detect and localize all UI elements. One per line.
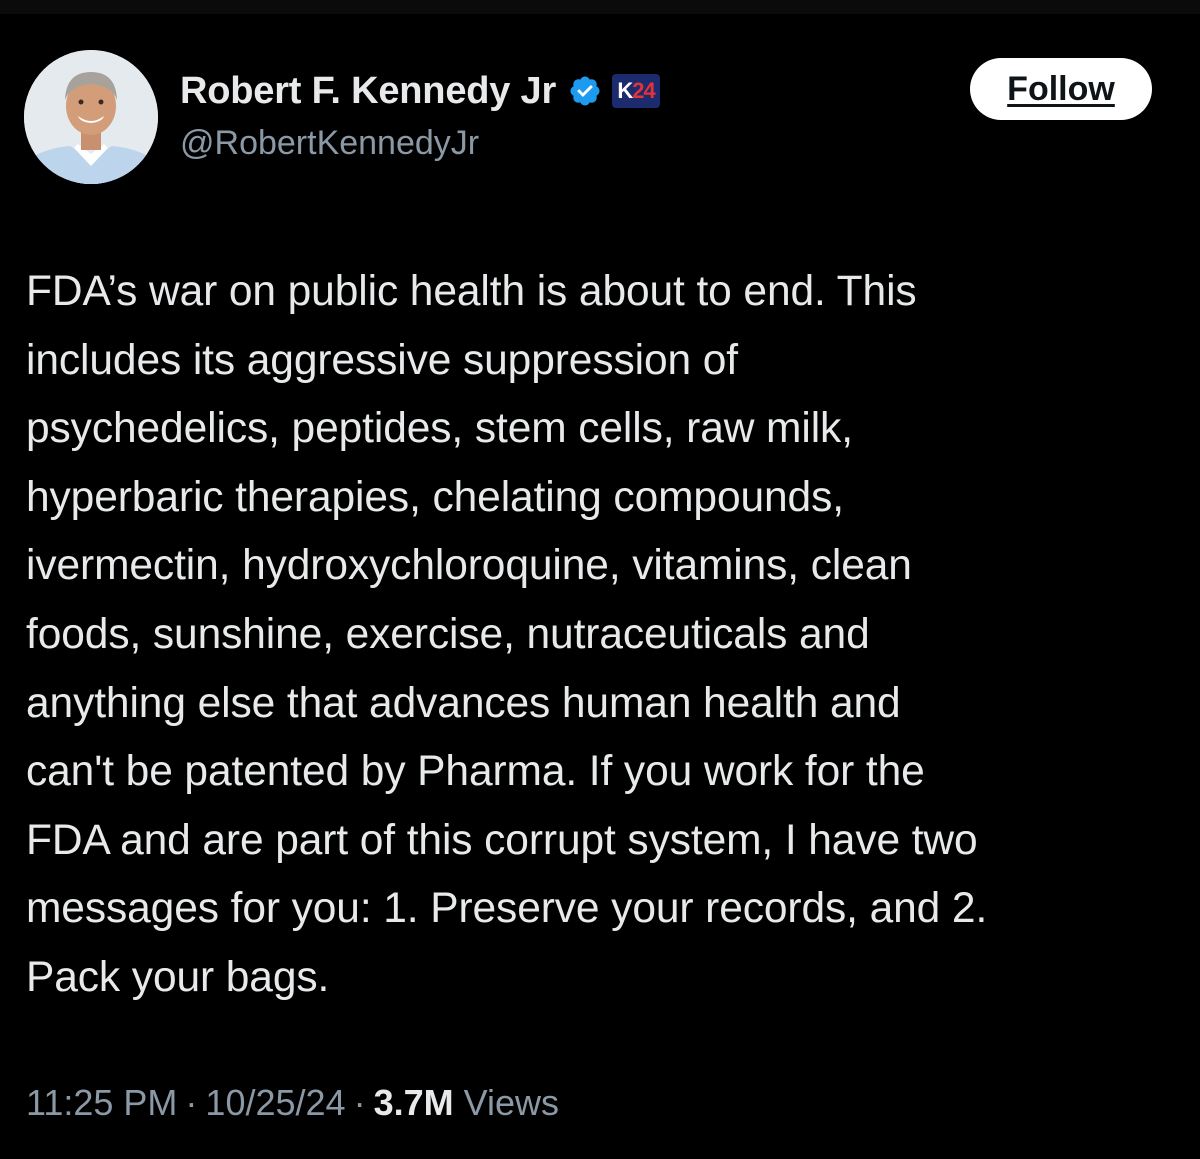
post-time[interactable]: 11:25 PM xyxy=(26,1082,177,1124)
avatar[interactable] xyxy=(24,50,158,184)
separator: · xyxy=(353,1082,366,1123)
post-text: FDA’s war on public health is about to e… xyxy=(26,268,988,1001)
badge-letter: K xyxy=(617,78,633,103)
post-date[interactable]: 10/25/24 xyxy=(205,1082,345,1124)
views-label: Views xyxy=(463,1082,559,1123)
views-count[interactable]: 3.7M xyxy=(374,1082,454,1124)
author-name-row: Robert F. Kennedy Jr K 24 xyxy=(180,66,661,116)
author-handle[interactable]: @RobertKennedyJr xyxy=(180,124,479,163)
badge-number: 24 xyxy=(632,78,656,103)
follow-button[interactable]: Follow xyxy=(970,58,1152,120)
verified-badge-icon[interactable] xyxy=(568,74,602,108)
profile-photo-icon xyxy=(24,50,158,184)
top-edge-strip xyxy=(0,0,1200,14)
post-meta: 11:25 PM · 10/25/24 · 3.7M Views xyxy=(26,1082,559,1124)
campaign-badge-icon[interactable]: K 24 xyxy=(612,74,661,108)
author-display-name[interactable]: Robert F. Kennedy Jr xyxy=(180,70,556,113)
separator: · xyxy=(185,1082,198,1123)
